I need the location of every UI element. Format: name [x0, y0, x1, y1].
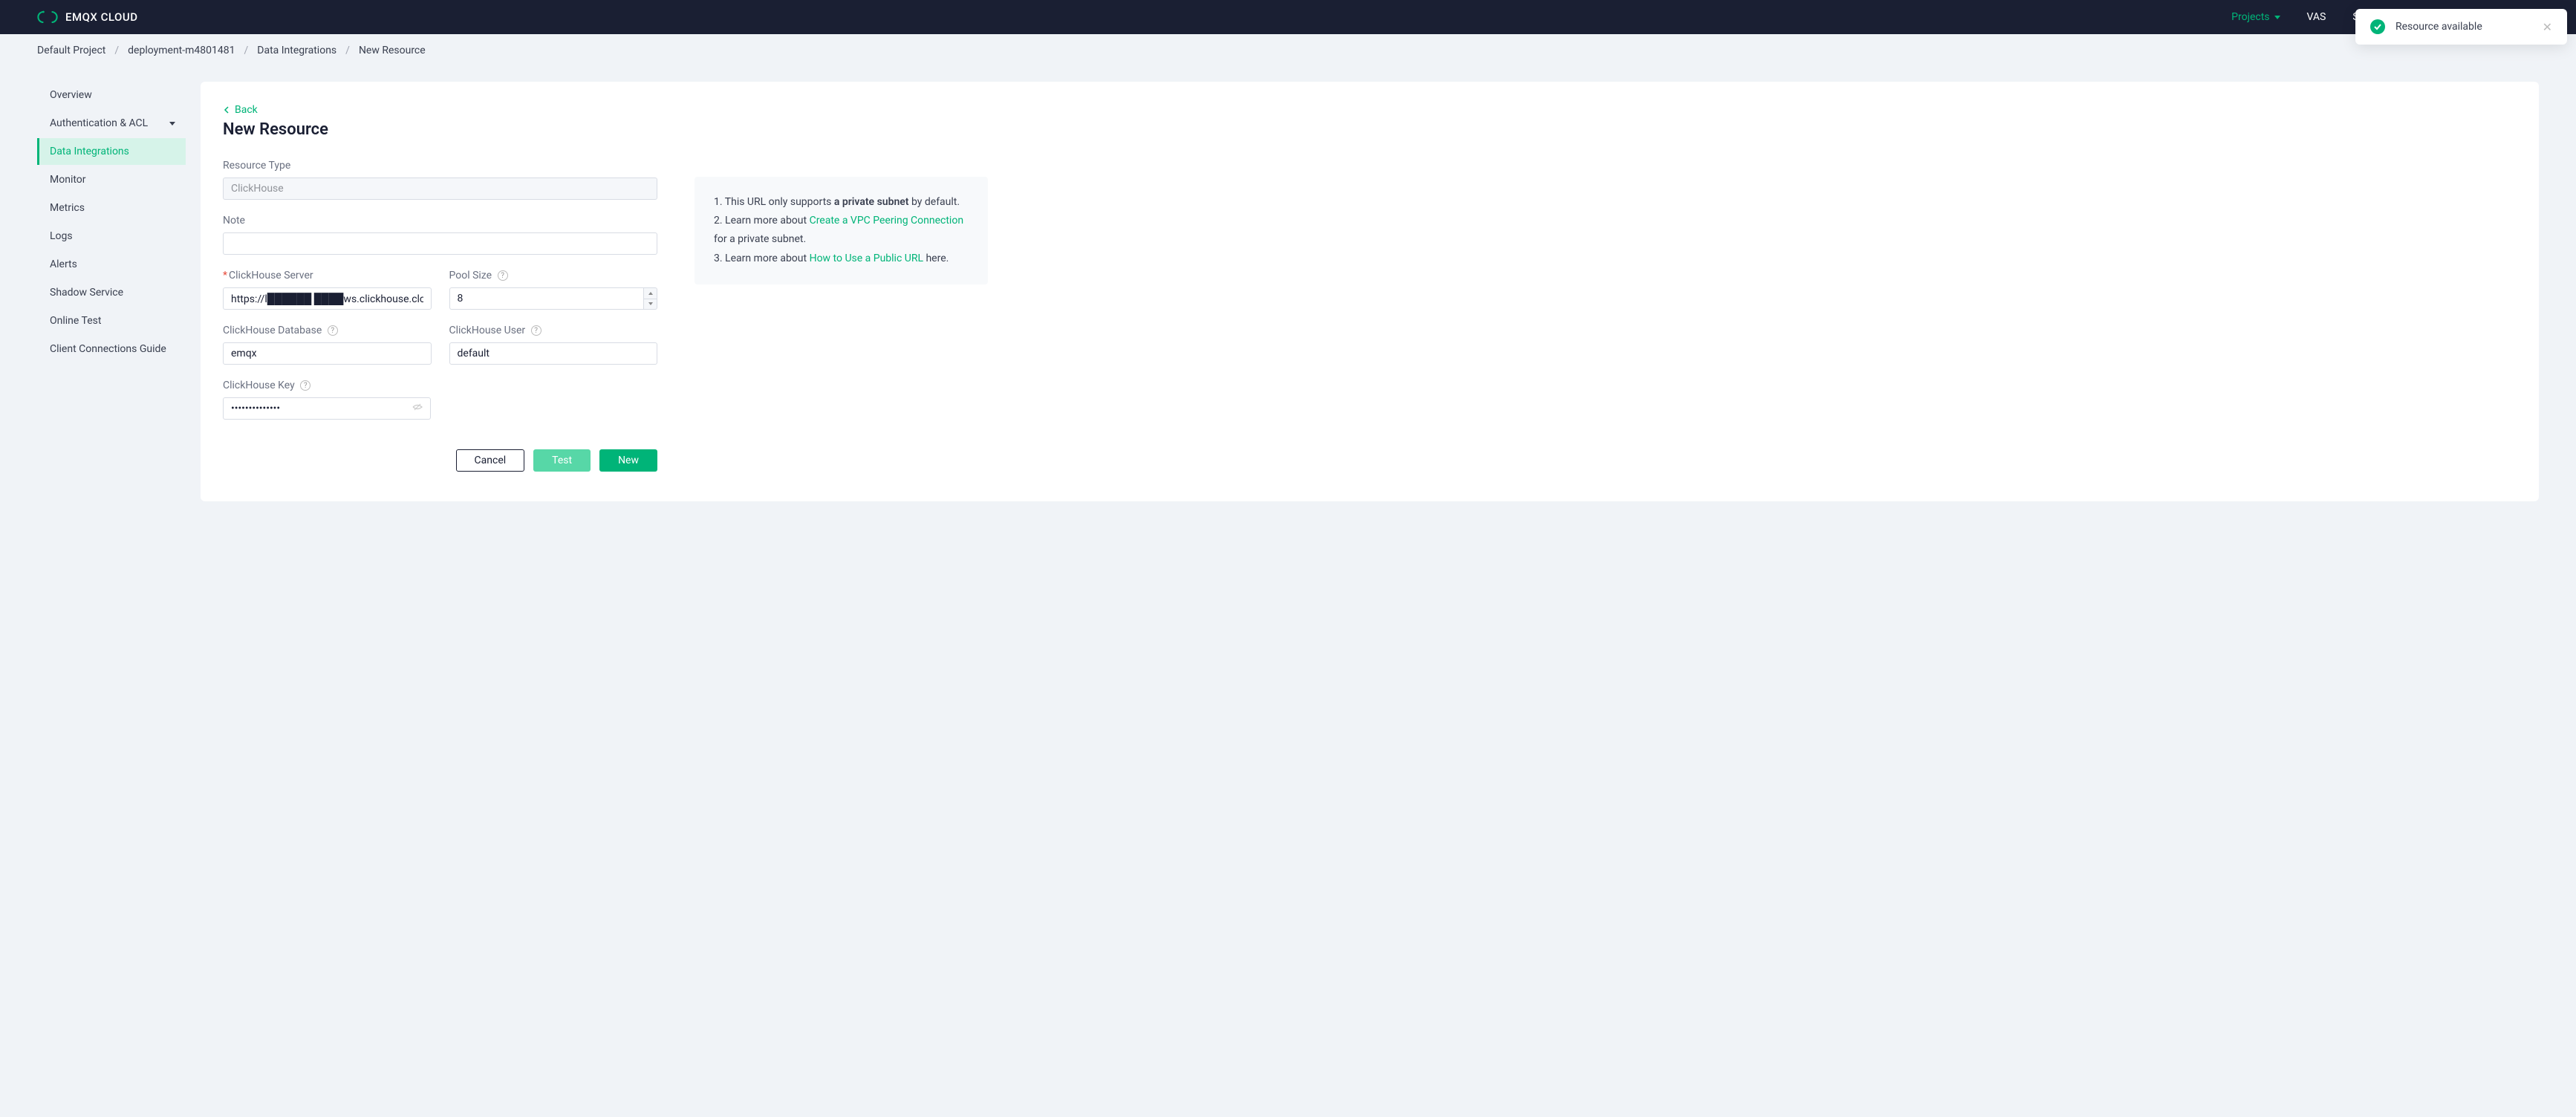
breadcrumb-page: New Resource [359, 45, 426, 56]
breadcrumb-project[interactable]: Default Project [37, 45, 105, 56]
info-line-3: 3. Learn more about How to Use a Public … [714, 250, 969, 268]
brand-logo[interactable]: EMQX CLOUD [37, 10, 138, 25]
main-layout: Overview Authentication & ACL Data Integ… [0, 67, 2576, 531]
sidebar-item-overview[interactable]: Overview [37, 82, 186, 108]
note-label: Note [223, 215, 657, 227]
help-icon[interactable]: ? [328, 325, 338, 336]
sidebar: Overview Authentication & ACL Data Integ… [37, 82, 186, 501]
sidebar-item-online-test[interactable]: Online Test [37, 307, 186, 334]
resource-type-label: Resource Type [223, 160, 657, 172]
form-section: Back New Resource Resource Type Note *Cl… [223, 104, 657, 472]
eye-off-icon[interactable] [412, 401, 423, 416]
breadcrumb-section[interactable]: Data Integrations [257, 45, 336, 56]
nav-projects[interactable]: Projects [2231, 11, 2280, 23]
toast-message: Resource available [2396, 21, 2532, 33]
pool-steppers [643, 287, 657, 310]
user-label: ClickHouse User ? [449, 325, 658, 336]
pool-label: Pool Size ? [449, 270, 658, 281]
nav-vas[interactable]: VAS [2307, 11, 2326, 23]
key-label: ClickHouse Key ? [223, 380, 431, 391]
breadcrumb-separator: / [244, 45, 248, 56]
sidebar-item-monitor[interactable]: Monitor [37, 166, 186, 193]
chevron-up-icon [648, 292, 653, 295]
sidebar-item-data-integrations[interactable]: Data Integrations [37, 138, 186, 165]
breadcrumb-deployment[interactable]: deployment-m4801481 [128, 45, 235, 56]
help-icon[interactable]: ? [498, 270, 508, 281]
content-card: Back New Resource Resource Type Note *Cl… [201, 82, 2539, 501]
close-icon[interactable]: ✕ [2543, 20, 2552, 34]
back-link[interactable]: Back [223, 104, 657, 116]
cancel-button[interactable]: Cancel [456, 449, 525, 472]
topbar: EMQX CLOUD Projects VAS Subaccounts Bill… [0, 0, 2576, 34]
chevron-down-icon [2274, 16, 2280, 19]
sidebar-item-connections-guide[interactable]: Client Connections Guide [37, 336, 186, 362]
server-label: *ClickHouse Server [223, 270, 432, 281]
logo-icon [37, 10, 58, 25]
chevron-left-icon [223, 106, 230, 114]
note-input[interactable] [223, 232, 657, 255]
vpc-peering-link[interactable]: Create a VPC Peering Connection [810, 215, 963, 227]
breadcrumb-separator: / [114, 45, 119, 56]
back-label: Back [235, 104, 258, 116]
pool-step-up[interactable] [643, 287, 657, 299]
toast-notification: Resource available ✕ [2355, 9, 2567, 45]
sidebar-item-auth[interactable]: Authentication & ACL [37, 110, 186, 137]
chevron-down-icon [169, 122, 175, 126]
check-circle-icon [2370, 19, 2385, 34]
db-input[interactable] [223, 342, 432, 365]
info-panel: 1. This URL only supports a private subn… [695, 177, 988, 284]
page-title: New Resource [223, 120, 657, 139]
new-button[interactable]: New [599, 449, 657, 472]
test-button[interactable]: Test [533, 449, 591, 472]
resource-type-input [223, 178, 657, 200]
public-url-link[interactable]: How to Use a Public URL [810, 253, 923, 264]
brand-text: EMQX CLOUD [65, 10, 138, 24]
sidebar-item-metrics[interactable]: Metrics [37, 195, 186, 221]
key-input[interactable] [223, 397, 431, 420]
breadcrumb: Default Project / deployment-m4801481 / … [0, 34, 2576, 67]
help-icon[interactable]: ? [300, 380, 310, 391]
chevron-down-icon [648, 302, 653, 305]
pool-step-down[interactable] [643, 299, 657, 310]
nav-projects-label: Projects [2231, 11, 2269, 23]
help-icon[interactable]: ? [531, 325, 541, 336]
pool-input[interactable] [449, 287, 644, 310]
db-label: ClickHouse Database ? [223, 325, 432, 336]
sidebar-item-logs[interactable]: Logs [37, 223, 186, 250]
sidebar-item-alerts[interactable]: Alerts [37, 251, 186, 278]
info-line-2: 2. Learn more about Create a VPC Peering… [714, 212, 969, 249]
info-line-1: 1. This URL only supports a private subn… [714, 193, 969, 212]
button-row: Cancel Test New [223, 449, 657, 472]
sidebar-item-shadow[interactable]: Shadow Service [37, 279, 186, 306]
server-input[interactable] [223, 287, 432, 310]
breadcrumb-separator: / [345, 45, 350, 56]
sidebar-item-label: Authentication & ACL [50, 117, 148, 129]
user-input[interactable] [449, 342, 658, 365]
